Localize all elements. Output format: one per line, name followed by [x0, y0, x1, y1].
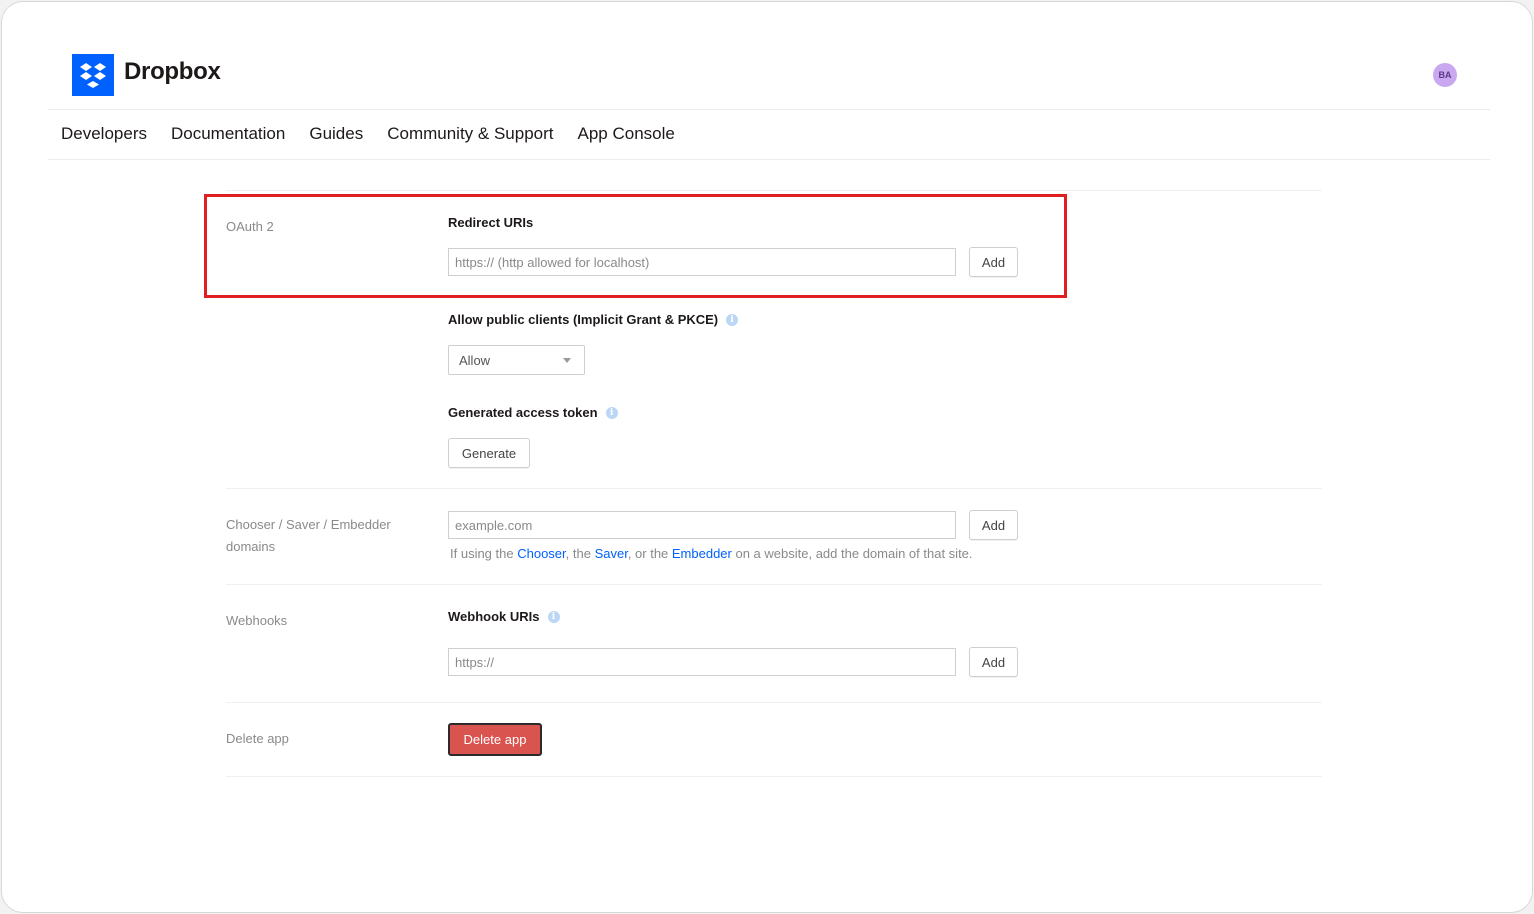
- avatar[interactable]: BA: [1433, 63, 1457, 87]
- webhook-uris-title-text: Webhook URIs: [448, 609, 540, 624]
- dropbox-logo-icon[interactable]: [72, 54, 114, 96]
- section-divider: [226, 488, 1322, 489]
- help-sep1: , the: [565, 546, 595, 561]
- info-icon[interactable]: i: [726, 313, 739, 326]
- brand-name[interactable]: Dropbox: [124, 58, 221, 86]
- access-token-title: Generated access token i: [448, 405, 618, 420]
- info-icon[interactable]: i: [605, 406, 618, 419]
- embedder-link[interactable]: Embedder: [672, 546, 732, 561]
- redirect-uris-highlight: [204, 194, 1067, 298]
- saver-link[interactable]: Saver: [595, 546, 628, 561]
- info-icon[interactable]: i: [547, 610, 560, 623]
- generate-button[interactable]: Generate: [448, 438, 530, 468]
- nav-divider: [48, 159, 1490, 160]
- header-divider: [48, 109, 1490, 110]
- public-clients-title: Allow public clients (Implicit Grant & P…: [448, 312, 739, 327]
- section-divider: [226, 776, 1322, 777]
- domains-help-text: If using the Chooser, the Saver, or the …: [450, 546, 973, 561]
- nav-guides[interactable]: Guides: [309, 124, 363, 144]
- domains-section-label: Chooser / Saver / Embedder domains: [226, 517, 391, 554]
- public-clients-title-text: Allow public clients (Implicit Grant & P…: [448, 312, 719, 327]
- help-sep2: , or the: [627, 546, 672, 561]
- app-window: Dropbox BA Developers Documentation Guid…: [1, 1, 1533, 913]
- section-divider: [226, 584, 1322, 585]
- access-token-title-text: Generated access token: [448, 405, 598, 420]
- nav-community-support[interactable]: Community & Support: [387, 124, 553, 144]
- nav-developers[interactable]: Developers: [61, 124, 147, 144]
- help-prefix: If using the: [450, 546, 518, 561]
- domain-add-button[interactable]: Add: [969, 510, 1018, 540]
- webhooks-section-label: Webhooks: [226, 613, 288, 628]
- delete-section-label: Delete app: [226, 731, 289, 746]
- webhook-uri-input[interactable]: [448, 648, 956, 676]
- section-divider: [226, 702, 1322, 703]
- nav-app-console[interactable]: App Console: [578, 124, 675, 144]
- domain-input[interactable]: [448, 511, 956, 539]
- help-suffix: on a website, add the domain of that sit…: [731, 546, 973, 561]
- nav-documentation[interactable]: Documentation: [171, 124, 285, 144]
- public-clients-selected: Allow: [459, 352, 491, 368]
- public-clients-select[interactable]: Allow: [448, 345, 585, 375]
- webhook-uris-title: Webhook URIs i: [448, 609, 560, 624]
- chevron-down-icon: [563, 358, 571, 363]
- top-nav: Developers Documentation Guides Communit…: [61, 124, 699, 144]
- delete-app-button[interactable]: Delete app: [448, 723, 542, 756]
- webhook-add-button[interactable]: Add: [969, 647, 1018, 677]
- chooser-link[interactable]: Chooser: [517, 546, 565, 561]
- section-divider: [226, 190, 1322, 191]
